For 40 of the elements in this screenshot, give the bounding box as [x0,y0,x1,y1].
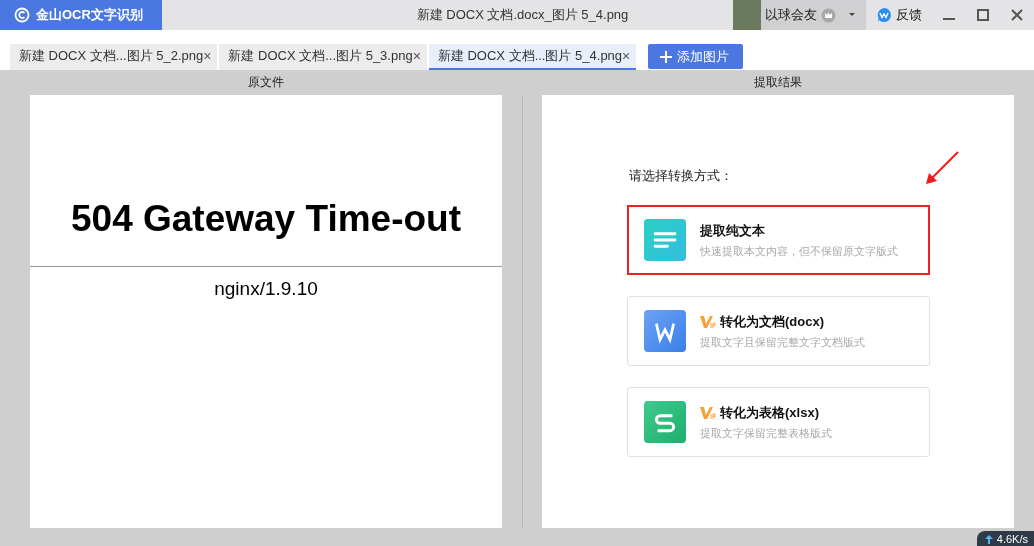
error-heading: 504 Gateway Time-out [70,198,462,241]
chat-bubble-icon [876,7,892,23]
option-title: 转化为表格(xlsx) [720,403,819,422]
file-tab[interactable]: 新建 DOCX 文档...图片 5_4.png× [428,44,637,70]
photo-placeholder [733,0,761,30]
plus-icon [660,50,673,63]
lines-icon [644,219,686,261]
tab-close-button[interactable]: × [203,48,212,64]
tab-label: 新建 DOCX 文档...图片 5_2.png [19,47,204,65]
file-tab[interactable]: 新建 DOCX 文档...图片 5_3.png× [219,44,427,70]
annotation-arrow [925,151,959,185]
crown-icon [821,7,836,23]
conversion-option[interactable]: 转化为表格(xlsx) 提取文字保留完整表格版式 [627,387,930,457]
panel-header: 原文件 [247,74,285,91]
maximize-icon[interactable] [977,9,989,21]
logo-icon [14,7,30,23]
option-description: 提取文字且保留完整文字文档版式 [700,334,865,350]
file-tab[interactable]: 新建 DOCX 文档...图片 5_2.png× [10,44,218,70]
option-description: 快速提取本文内容，但不保留原文字版式 [700,243,898,259]
tab-close-button[interactable]: × [622,48,631,64]
letter-w-icon [644,310,686,352]
tab-close-button[interactable]: × [412,48,421,64]
window-title: 新建 DOCX 文档.docx_图片 5_4.png [415,6,630,24]
upload-arrow-icon [984,534,993,544]
add-image-button[interactable]: 添加图片 [648,44,744,69]
tab-label: 新建 DOCX 文档...图片 5_4.png [437,47,623,65]
close-icon[interactable] [1011,9,1023,21]
feedback-link[interactable]: 反馈 [896,6,922,24]
option-title: 提取纯文本 [700,221,765,240]
speed-reading: 4.6K/s [996,533,1028,545]
conversion-option[interactable]: 提取纯文本 快速提取本文内容，但不保留原文字版式 [627,205,930,275]
letter-s-icon [644,401,686,443]
prompt-text: 请选择转换方式： [629,167,733,185]
app-name: 金山OCR文字识别 [36,6,143,24]
panel-header: 提取结果 [753,74,803,91]
server-version: nginx/1.9.10 [213,278,319,300]
conversion-option[interactable]: 转化为文档(docx) 提取文字且保留完整文字文档版式 [627,296,930,366]
option-description: 提取文字保留完整表格版式 [700,425,832,441]
option-title: 转化为文档(docx) [720,312,824,331]
tab-label: 新建 DOCX 文档...图片 5_3.png [228,47,413,65]
